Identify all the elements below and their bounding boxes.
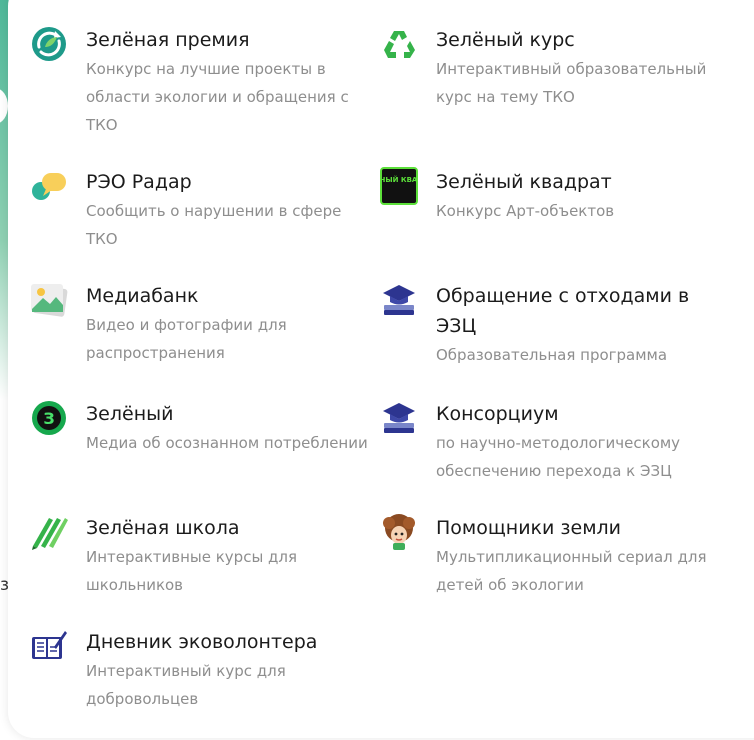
graduation-cap-books-icon: [383, 403, 415, 433]
menu-item-title: Обращение с отходами в ЭЗЦ: [436, 285, 690, 337]
menu-item-title: Помощники земли: [436, 517, 622, 539]
chat-bubbles-icon: [32, 173, 66, 200]
menu-item-title: Зелёный квадрат: [436, 171, 612, 193]
menu-item-subtitle: Конкурс Арт-объектов: [436, 202, 615, 220]
image-gallery-icon: [31, 284, 68, 317]
pencils-icon: [32, 518, 68, 550]
notebook-pen-icon: [32, 631, 67, 659]
menu-item-title: Дневник эковолонтера: [86, 631, 318, 653]
menu-item-title: Зелёная школа: [86, 517, 240, 539]
menu-item-title: Зелёная премия: [86, 29, 250, 51]
cartoon-character-icon: [383, 514, 415, 550]
menu-item-title: Зелёный курс: [436, 29, 575, 51]
recycle-icon: [384, 31, 415, 58]
menu-item-title: Медиабанк: [86, 285, 199, 307]
green-refresh-circle-icon: [32, 27, 66, 61]
letter-z-badge-icon: З: [32, 401, 66, 435]
services-dropdown-panel: Зелёная премия Конкурс на лучшие проекты…: [8, 0, 754, 738]
menu-item-subtitle: по научно-методологическому обеспечению …: [436, 434, 681, 480]
menu-item-subtitle: Сообщить о нарушении в сфере ТКО: [86, 202, 342, 248]
menu-item-subtitle: Конкурс на лучшие проекты в области экол…: [86, 60, 349, 134]
menu-item-subtitle: Видео и фотографии для распространения: [86, 316, 287, 362]
graduation-cap-books-icon: [383, 285, 415, 315]
menu-item-subtitle: Интерактивные курсы для школьников: [86, 548, 298, 594]
menu-item-subtitle: Медиа об осознанном потреблении: [86, 434, 368, 452]
menu-item-subtitle: Интерактивный образовательный курс на те…: [436, 60, 707, 106]
green-square-logo-text: ЗЕЛЁ НЫЙ КВАД РАТ: [380, 175, 418, 184]
menu-item-subtitle: Интерактивный курс для добровольцев: [86, 662, 286, 708]
menu-item-title: РЭО Радар: [86, 171, 192, 193]
menu-item-subtitle: Образовательная программа: [436, 346, 668, 364]
menu-item-title: Зелёный: [86, 403, 174, 425]
menu-item-title: Консорциум: [436, 403, 559, 425]
menu-item-subtitle: Мультипликационный сериал для детей об э…: [436, 548, 707, 594]
green-square-logo-icon: ЗЕЛЁ НЫЙ КВАД РАТ: [380, 167, 418, 205]
z-badge-letter: З: [43, 409, 54, 428]
